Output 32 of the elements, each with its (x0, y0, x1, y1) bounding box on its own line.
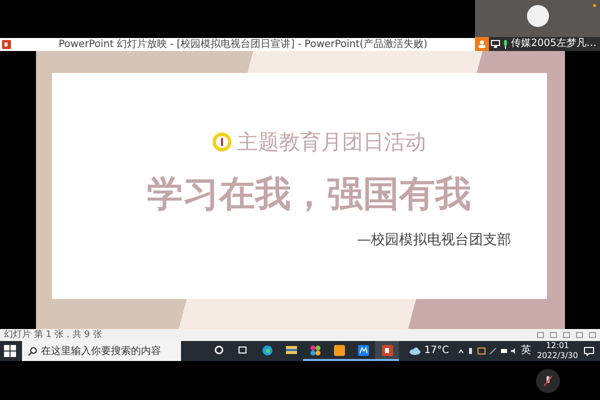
taskbar-app[interactable] (375, 341, 399, 361)
clock-time: 12:01 (546, 341, 570, 351)
search-field[interactable]: 在这里输入你要搜索的内容 (22, 341, 181, 361)
slide-counter: 幻灯片 第 1 张，共 9 张 (4, 330, 102, 340)
m-logo-icon (358, 344, 368, 356)
notification-icon[interactable] (584, 346, 594, 356)
clock-date: 2022/3/30 (536, 351, 578, 361)
window-title: PowerPoint 幻灯片放映 - [校园模拟电视台团日宣讲] - PowerPoint(产品激活失败) (58, 38, 428, 50)
task-view-icon (238, 345, 248, 355)
edge-icon (262, 344, 272, 356)
search-icon (28, 346, 37, 356)
circle-icon (214, 345, 224, 355)
person-icon (478, 40, 486, 48)
weather-temperature: 17°C (424, 346, 449, 356)
status-dot (593, 4, 596, 7)
emblem-icon (212, 132, 232, 152)
screen-share-icon (491, 40, 500, 48)
slide-subtitle: 主题教育月团日活动 (237, 129, 426, 156)
powerpoint-icon (382, 344, 392, 356)
person-button[interactable] (475, 37, 489, 51)
mute-button[interactable] (536, 368, 560, 392)
avatar (527, 5, 549, 27)
cloud-icon (409, 347, 422, 355)
app-tile-icon (334, 344, 344, 356)
clover-icon (310, 344, 320, 356)
participant-name: 传媒2005左梦凡… (511, 38, 596, 50)
muted-microphone-icon (543, 374, 553, 386)
slide-headline: 学习在我，强国有我 (147, 173, 472, 217)
folder-icon (286, 345, 296, 355)
slide-byline: —校园模拟电视台团支部 (357, 231, 511, 249)
input-language[interactable]: 英 (520, 346, 531, 356)
start-icon[interactable] (4, 345, 16, 357)
